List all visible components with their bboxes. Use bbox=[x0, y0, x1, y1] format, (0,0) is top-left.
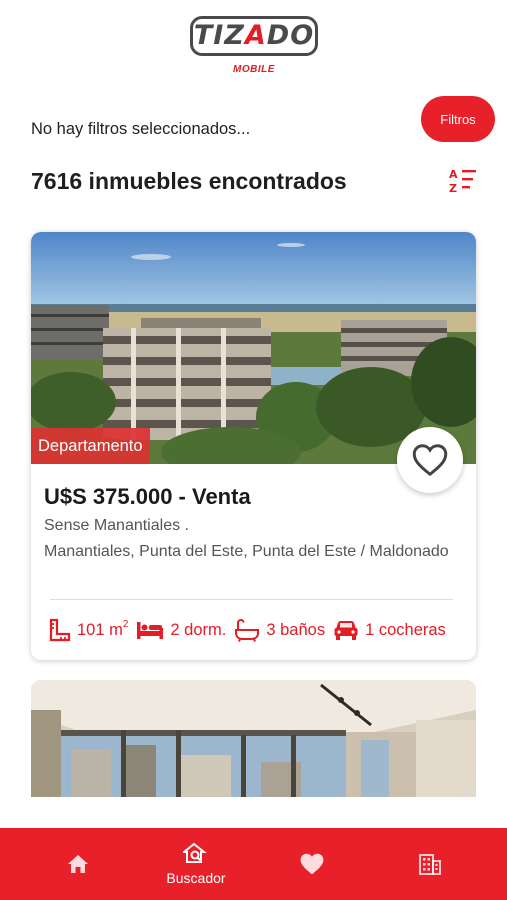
property-location: Manantiales, Punta del Este, Punta del E… bbox=[44, 543, 449, 560]
results-count: 7616 inmuebles encontrados bbox=[31, 168, 347, 194]
bottom-nav: Buscador bbox=[0, 828, 507, 900]
property-card[interactable]: Departamento U$S 375.000 - Venta Sense M… bbox=[31, 232, 476, 660]
logo-subtitle: MOBILE bbox=[233, 64, 275, 75]
search-house-icon bbox=[183, 842, 207, 863]
nav-properties[interactable] bbox=[406, 828, 454, 900]
home-icon bbox=[68, 855, 88, 873]
svg-text:Z: Z bbox=[449, 182, 457, 193]
filters-button[interactable]: Filtros bbox=[421, 96, 495, 142]
area-unit: 2 bbox=[122, 618, 129, 630]
heart-icon bbox=[300, 853, 324, 875]
feature-area: 101 m2 bbox=[49, 618, 128, 642]
building-icon bbox=[419, 854, 441, 875]
filters-status: No hay filtros seleccionados... bbox=[31, 120, 251, 138]
ruler-icon bbox=[49, 618, 71, 642]
garages-value: 1 cocheras bbox=[365, 620, 446, 639]
property-type-badge: Departamento bbox=[31, 428, 150, 464]
property-features: 101 m2 2 dorm. 3 baños 1 cocheras bbox=[49, 615, 454, 645]
nav-buscador-label: Buscador bbox=[166, 870, 226, 886]
app-logo: TIZADO MOBILE bbox=[188, 14, 320, 75]
property-photo bbox=[31, 680, 476, 797]
svg-text:A: A bbox=[449, 168, 458, 181]
property-name: Sense Manantiales . bbox=[44, 517, 189, 534]
feature-bedrooms: 2 dorm. bbox=[136, 620, 226, 640]
property-card[interactable] bbox=[31, 680, 476, 797]
property-price: U$S 375.000 - Venta bbox=[44, 484, 251, 509]
nav-buscador[interactable]: Buscador bbox=[155, 828, 237, 900]
nav-favorites[interactable] bbox=[288, 828, 336, 900]
car-icon bbox=[334, 621, 358, 640]
feature-bathrooms: 3 baños bbox=[234, 618, 325, 642]
bathrooms-value: 3 baños bbox=[266, 620, 326, 639]
logo-text: TIZADO bbox=[193, 20, 315, 51]
bedrooms-value: 2 dorm. bbox=[170, 620, 227, 639]
heart-outline-icon bbox=[412, 444, 448, 477]
card-divider bbox=[50, 599, 453, 600]
bathtub-icon bbox=[235, 618, 260, 642]
bed-icon bbox=[137, 622, 164, 639]
area-value: 101 m bbox=[77, 620, 123, 639]
sort-alpha-icon[interactable]: A Z bbox=[449, 167, 477, 195]
feature-garages: 1 cocheras bbox=[333, 619, 446, 641]
nav-home[interactable] bbox=[54, 828, 102, 900]
favorite-button[interactable] bbox=[397, 427, 463, 493]
